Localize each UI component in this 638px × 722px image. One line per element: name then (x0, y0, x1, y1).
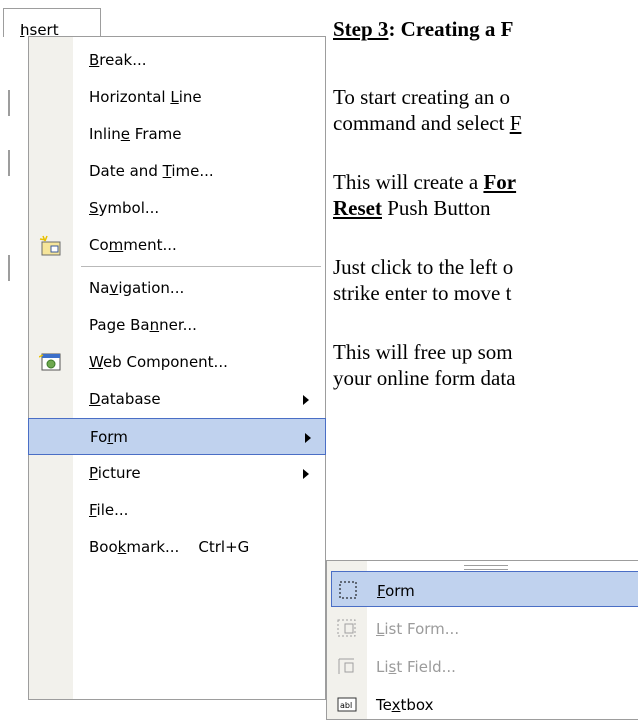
menu-separator (81, 266, 321, 267)
paragraph-line: your online form data (333, 366, 516, 390)
menu-item-label: Comment... (89, 236, 177, 254)
menu-item-symbol[interactable]: Symbol... (29, 190, 323, 227)
list-field-icon (337, 656, 357, 676)
tear-off-grip[interactable] (464, 565, 508, 570)
paragraph-line: This will create a For (333, 170, 517, 194)
menu-item-label: Bookmark... Ctrl+G (89, 538, 250, 556)
step-heading: Step 3: Creating a F (333, 17, 514, 41)
submenu-arrow-icon (303, 469, 309, 479)
menu-item-break[interactable]: Break... (29, 42, 323, 79)
submenu-item-label: Form (377, 582, 415, 600)
submenu-item-form[interactable]: Form (331, 571, 638, 607)
menu-item-page-banner[interactable]: Page Banner... (29, 307, 323, 344)
submenu-item-label: List Form... (376, 620, 460, 638)
menu-item-file[interactable]: File... (29, 492, 323, 529)
web-component-icon (38, 352, 61, 372)
menu-item-label: Break... (89, 51, 147, 69)
menu-item-label: Page Banner... (89, 316, 197, 334)
submenu-arrow-icon (303, 395, 309, 405)
menu-item-label: Form (90, 428, 128, 446)
menu-item-label: Web Component... (89, 353, 228, 371)
paragraph-line: To start creating an o (333, 85, 510, 109)
textbox-icon: abl (337, 694, 357, 714)
menu-item-navigation[interactable]: Navigation... (29, 270, 323, 307)
menu-item-bookmark[interactable]: Bookmark... Ctrl+G (29, 529, 323, 566)
svg-text:abl: abl (340, 701, 352, 710)
submenu-item-label: List Field... (376, 658, 456, 676)
menu-item-database[interactable]: Database (29, 381, 323, 418)
paragraph-line: strike enter to move t (333, 281, 512, 305)
menu-item-picture[interactable]: Picture (29, 455, 323, 492)
menu-item-form[interactable]: Form (28, 418, 326, 455)
form-icon (338, 580, 358, 600)
paragraph-line: command and select F (333, 111, 522, 135)
menu-item-label: Picture (89, 464, 141, 482)
submenu-item-textbox[interactable]: abl Textbox (327, 686, 638, 722)
menu-item-label: Date and Time... (89, 162, 214, 180)
submenu-item-list-field: List Field... (327, 648, 638, 684)
menu-item-web-component[interactable]: Web Component... (29, 344, 323, 381)
insert-dropdown-menu: Break... Horizontal Line Inline Frame Da… (28, 36, 326, 700)
menu-item-horizontal-line[interactable]: Horizontal Line (29, 79, 323, 116)
submenu-item-label: Textbox (376, 696, 434, 714)
paragraph-line: Just click to the left o (333, 255, 514, 279)
comment-icon (39, 235, 61, 256)
menu-item-label: Navigation... (89, 279, 185, 297)
paragraph-line: Reset Push Button (333, 196, 491, 220)
background-edge-fragment (8, 255, 10, 281)
menu-item-label: Inline Frame (89, 125, 182, 143)
menu-item-label: Database (89, 390, 161, 408)
menu-item-label: Symbol... (89, 199, 160, 217)
menu-item-date-and-time[interactable]: Date and Time... (29, 153, 323, 190)
paragraph-line: This will free up som (333, 340, 513, 364)
submenu-item-list-form: List Form... (327, 610, 638, 646)
document-body: Step 3: Creating a F To start creating a… (333, 0, 638, 560)
background-edge-fragment (8, 90, 10, 116)
menu-item-comment[interactable]: Comment... (29, 227, 323, 264)
menu-item-inline-frame[interactable]: Inline Frame (29, 116, 323, 153)
background-edge-fragment (8, 150, 10, 176)
menu-item-label: Horizontal Line (89, 88, 202, 106)
form-submenu: Form List Form... List Field... abl Text… (326, 560, 638, 720)
insert-menu-tab[interactable]: Insert (3, 8, 101, 39)
submenu-arrow-icon (305, 433, 311, 443)
list-form-icon (337, 618, 357, 638)
menu-item-label: File... (89, 501, 129, 519)
